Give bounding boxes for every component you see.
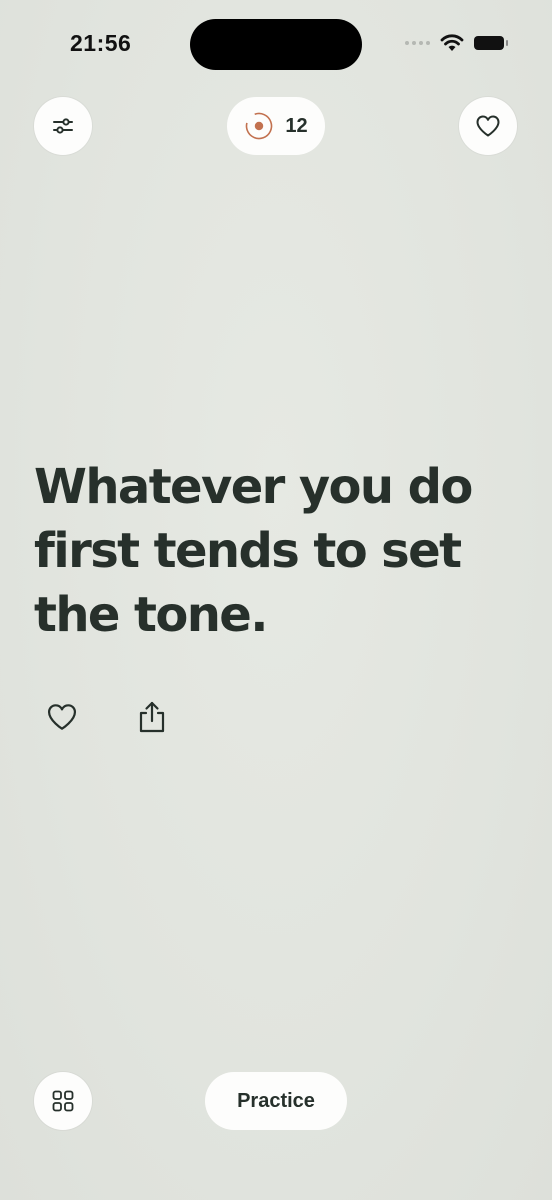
filter-button[interactable] xyxy=(34,97,92,155)
categories-button[interactable] xyxy=(34,1072,92,1130)
favorites-button[interactable] xyxy=(459,97,517,155)
sliders-icon xyxy=(53,118,73,134)
wifi-icon xyxy=(440,34,464,51)
target-ring-icon xyxy=(246,112,273,140)
heart-icon xyxy=(476,115,500,137)
dynamic-island xyxy=(190,19,362,70)
streak-counter[interactable]: 12 xyxy=(227,97,325,155)
quote-text: Whatever you do first tends to set the t… xyxy=(34,459,473,643)
streak-count: 12 xyxy=(285,114,308,137)
share-button[interactable] xyxy=(132,697,172,737)
cellular-signal-icon xyxy=(405,41,430,45)
grid-icon xyxy=(52,1090,74,1112)
battery-icon xyxy=(474,36,508,50)
practice-button[interactable]: Practice xyxy=(205,1072,347,1130)
status-time: 21:56 xyxy=(70,30,132,56)
heart-icon xyxy=(47,704,77,730)
share-icon xyxy=(139,701,165,733)
status-indicators xyxy=(405,34,508,52)
app-screen: 21:56 12 Whatever you do first tends to … xyxy=(0,0,552,1200)
like-button[interactable] xyxy=(42,697,82,737)
